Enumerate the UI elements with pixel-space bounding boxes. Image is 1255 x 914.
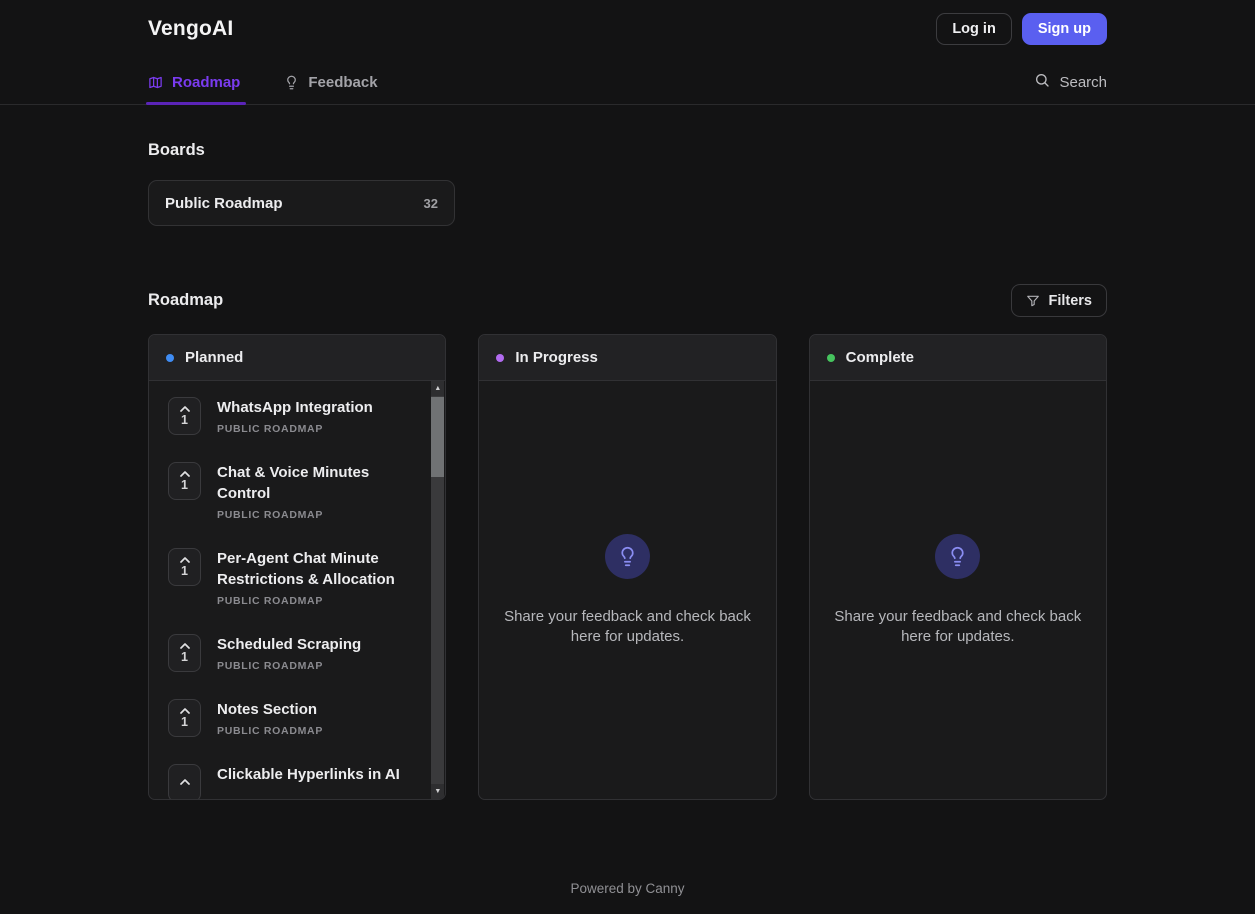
map-icon bbox=[148, 75, 163, 90]
search-control[interactable]: Search bbox=[1034, 72, 1107, 92]
vote-count: 1 bbox=[181, 565, 188, 577]
vote-count: 1 bbox=[181, 414, 188, 426]
search-icon bbox=[1034, 72, 1050, 92]
column-in-progress-title: In Progress bbox=[515, 349, 598, 366]
tab-feedback[interactable]: Feedback bbox=[284, 60, 377, 104]
upvote-button[interactable]: 1 bbox=[168, 634, 201, 672]
column-in-progress-header: In Progress bbox=[479, 335, 775, 381]
top-bar: VengoAI Log in Sign up bbox=[0, 0, 1255, 46]
login-button[interactable]: Log in bbox=[936, 13, 1012, 45]
chevron-up-icon bbox=[180, 779, 190, 785]
card-title[interactable]: WhatsApp Integration bbox=[217, 397, 407, 418]
boards-section: Boards Public Roadmap 32 bbox=[148, 141, 1107, 226]
upvote-button[interactable]: 1 bbox=[168, 548, 201, 586]
powered-by-canny-link[interactable]: Powered by Canny bbox=[570, 881, 684, 896]
auth-actions: Log in Sign up bbox=[936, 13, 1107, 45]
column-planned-title: Planned bbox=[185, 349, 243, 366]
board-item-public-roadmap[interactable]: Public Roadmap 32 bbox=[148, 180, 455, 226]
boards-heading: Boards bbox=[148, 141, 1107, 160]
planned-card-list: 1 WhatsApp Integration PUBLIC ROADMAP 1 bbox=[149, 381, 445, 799]
empty-state-text: Share your feedback and check back here … bbox=[501, 607, 753, 647]
status-dot-complete bbox=[827, 354, 835, 362]
roadmap-card[interactable]: 1 Chat & Voice Minutes Control PUBLIC RO… bbox=[168, 462, 411, 521]
lightbulb-icon bbox=[605, 534, 650, 579]
card-title[interactable]: Per-Agent Chat Minute Restrictions & All… bbox=[217, 548, 407, 590]
chevron-up-icon bbox=[180, 557, 190, 563]
status-dot-planned bbox=[166, 354, 174, 362]
filters-label: Filters bbox=[1048, 293, 1092, 309]
planned-scrollbar[interactable]: ▲ ▼ bbox=[431, 381, 444, 799]
lightbulb-icon bbox=[284, 75, 299, 90]
vote-count: 1 bbox=[181, 479, 188, 491]
column-planned: Planned 1 WhatsApp Integration PUBLIC RO… bbox=[148, 334, 446, 800]
empty-state: Share your feedback and check back here … bbox=[479, 381, 775, 799]
brand-logo: VengoAI bbox=[148, 17, 233, 41]
roadmap-columns: Planned 1 WhatsApp Integration PUBLIC RO… bbox=[148, 334, 1107, 800]
tab-feedback-label: Feedback bbox=[308, 74, 377, 91]
column-complete-title: Complete bbox=[846, 349, 914, 366]
board-count-badge: 32 bbox=[424, 196, 438, 211]
roadmap-card[interactable]: 1 WhatsApp Integration PUBLIC ROADMAP bbox=[168, 397, 411, 435]
search-label: Search bbox=[1059, 74, 1107, 91]
roadmap-card[interactable]: 1 Scheduled Scraping PUBLIC ROADMAP bbox=[168, 634, 411, 672]
card-title[interactable]: Notes Section bbox=[217, 699, 407, 720]
roadmap-card[interactable]: 1 Per-Agent Chat Minute Restrictions & A… bbox=[168, 548, 411, 607]
tab-roadmap[interactable]: Roadmap bbox=[148, 60, 240, 104]
column-planned-header: Planned bbox=[149, 335, 445, 381]
filter-icon bbox=[1026, 294, 1040, 308]
column-in-progress: In Progress Share your feedback and chec… bbox=[478, 334, 776, 800]
board-name: Public Roadmap bbox=[165, 195, 283, 212]
scrollbar-thumb[interactable] bbox=[431, 397, 444, 477]
column-complete-header: Complete bbox=[810, 335, 1106, 381]
lightbulb-icon bbox=[935, 534, 980, 579]
tab-roadmap-label: Roadmap bbox=[172, 74, 240, 91]
card-board-label: PUBLIC ROADMAP bbox=[217, 726, 407, 737]
upvote-button[interactable]: 1 bbox=[168, 699, 201, 737]
scroll-down-button[interactable]: ▼ bbox=[431, 784, 444, 799]
chevron-up-icon bbox=[180, 708, 190, 714]
card-board-label: PUBLIC ROADMAP bbox=[217, 424, 407, 435]
card-title[interactable]: Scheduled Scraping bbox=[217, 634, 407, 655]
filters-button[interactable]: Filters bbox=[1011, 284, 1107, 317]
chevron-up-icon bbox=[180, 471, 190, 477]
card-board-label: PUBLIC ROADMAP bbox=[217, 661, 407, 672]
card-title[interactable]: Chat & Voice Minutes Control bbox=[217, 462, 407, 504]
chevron-up-icon bbox=[180, 406, 190, 412]
page-footer: Powered by Canny bbox=[148, 880, 1107, 898]
empty-state: Share your feedback and check back here … bbox=[810, 381, 1106, 799]
nav-tabs: Roadmap Feedback bbox=[148, 60, 378, 104]
roadmap-card[interactable]: Clickable Hyperlinks in AI bbox=[168, 764, 411, 799]
column-in-progress-body: Share your feedback and check back here … bbox=[479, 381, 775, 799]
status-dot-in-progress bbox=[496, 354, 504, 362]
nav-bar: Roadmap Feedback Search bbox=[0, 60, 1255, 105]
card-title[interactable]: Clickable Hyperlinks in AI bbox=[217, 764, 407, 785]
vote-count: 1 bbox=[181, 651, 188, 663]
vote-count: 1 bbox=[181, 716, 188, 728]
upvote-button[interactable]: 1 bbox=[168, 462, 201, 500]
roadmap-heading: Roadmap bbox=[148, 291, 223, 310]
chevron-up-icon bbox=[180, 643, 190, 649]
column-complete: Complete Share your feedback and check b… bbox=[809, 334, 1107, 800]
empty-state-text: Share your feedback and check back here … bbox=[832, 607, 1084, 647]
roadmap-card[interactable]: 1 Notes Section PUBLIC ROADMAP bbox=[168, 699, 411, 737]
upvote-button[interactable]: 1 bbox=[168, 397, 201, 435]
column-complete-body: Share your feedback and check back here … bbox=[810, 381, 1106, 799]
roadmap-header-row: Roadmap Filters bbox=[148, 284, 1107, 317]
column-planned-body: 1 WhatsApp Integration PUBLIC ROADMAP 1 bbox=[149, 381, 445, 799]
card-board-label: PUBLIC ROADMAP bbox=[217, 596, 407, 607]
signup-button[interactable]: Sign up bbox=[1022, 13, 1107, 45]
scroll-up-button[interactable]: ▲ bbox=[431, 381, 444, 396]
card-board-label: PUBLIC ROADMAP bbox=[217, 510, 407, 521]
upvote-button[interactable] bbox=[168, 764, 201, 799]
